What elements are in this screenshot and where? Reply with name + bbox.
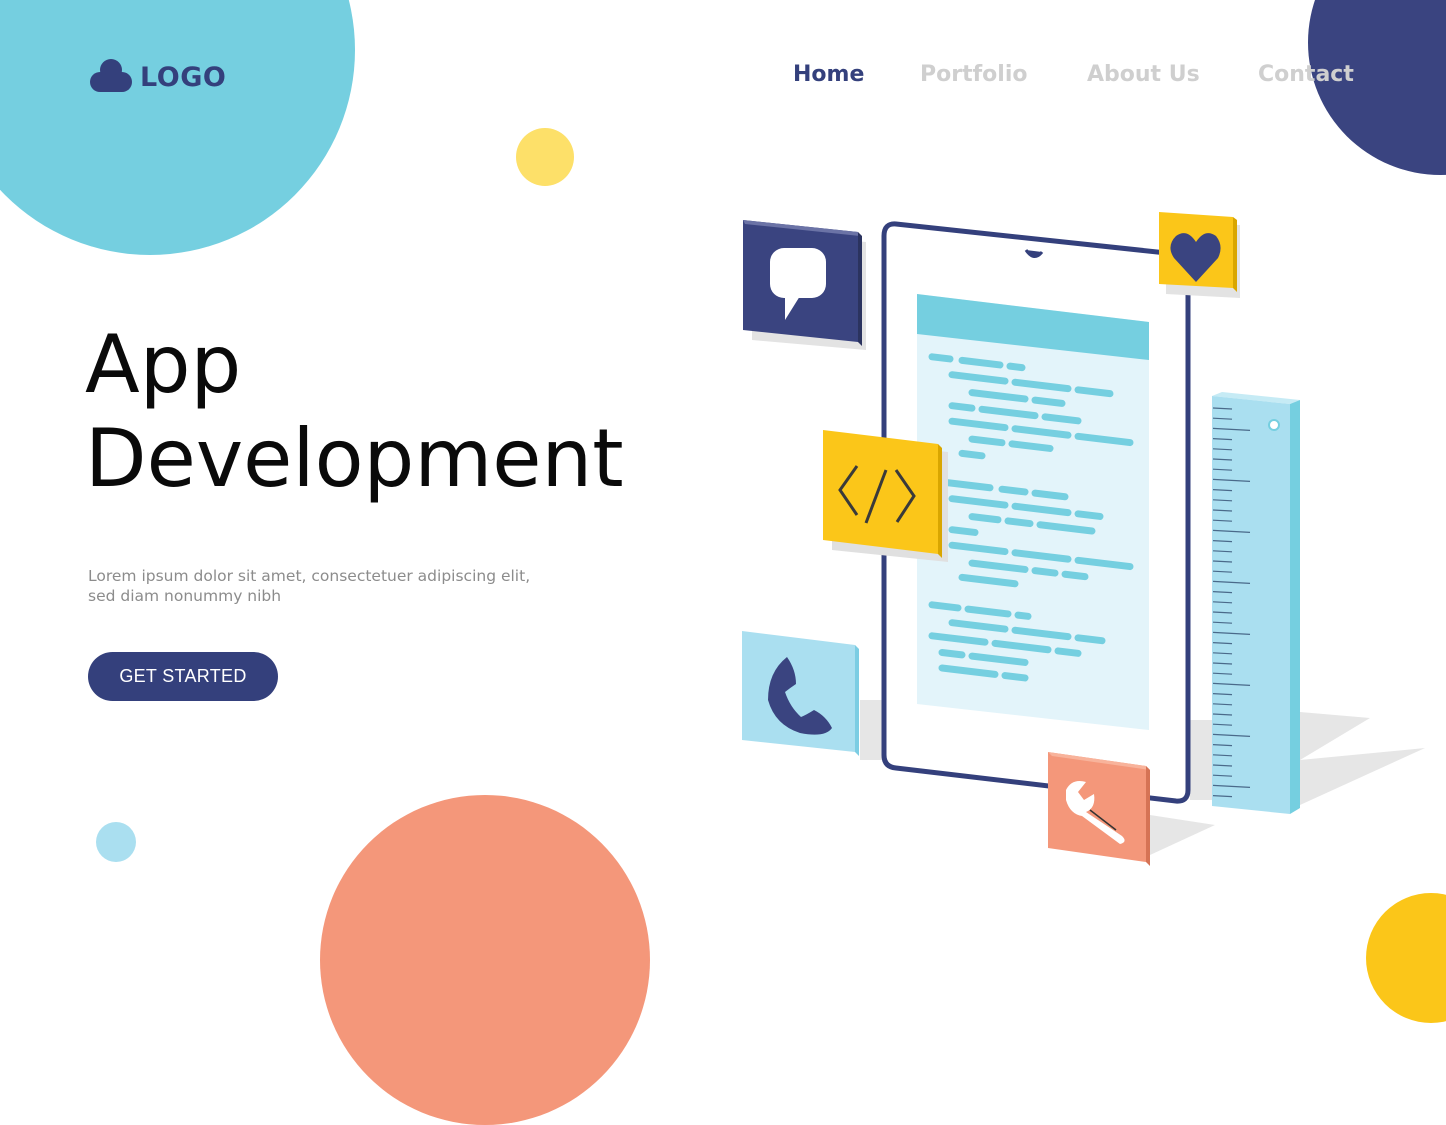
code-line	[1074, 510, 1104, 520]
phone-tile	[742, 631, 859, 756]
wrench-tile	[1048, 752, 1150, 866]
code-line	[958, 356, 1004, 369]
code-line	[1014, 611, 1032, 620]
heart-tile	[1159, 212, 1240, 298]
chat-tile	[743, 220, 866, 350]
code-line	[928, 601, 962, 612]
code-line	[948, 526, 979, 536]
code-line	[1004, 517, 1034, 528]
code-line	[928, 353, 954, 363]
code-line	[1041, 413, 1082, 425]
code-line	[958, 449, 986, 460]
app-development-illustration	[742, 212, 1425, 866]
code-line	[1008, 440, 1054, 452]
code-line	[1006, 362, 1026, 372]
code-line	[948, 402, 976, 412]
code-line	[1031, 567, 1059, 577]
code-line	[1031, 396, 1066, 407]
code-line	[964, 605, 1012, 618]
code-line	[938, 649, 966, 659]
code-line	[1074, 634, 1106, 645]
code-line	[968, 435, 1006, 447]
code-line	[1074, 386, 1114, 398]
code-line	[1054, 647, 1082, 657]
ruler	[1212, 392, 1300, 814]
code-line	[1061, 570, 1089, 581]
code-tile	[823, 430, 948, 562]
code-line	[1031, 489, 1069, 501]
code-line	[1001, 672, 1029, 682]
code-line	[998, 485, 1029, 496]
code-line	[968, 513, 1002, 524]
